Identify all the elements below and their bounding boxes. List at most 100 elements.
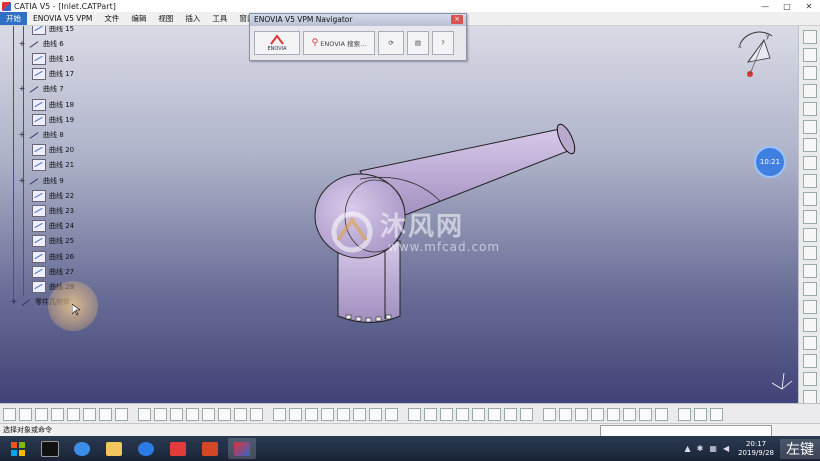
taskbar-cmd[interactable] xyxy=(36,438,64,459)
right-toolbar-tool-icon[interactable] xyxy=(803,120,817,134)
tree-node[interactable]: 曲线 20 xyxy=(30,144,74,157)
expand-icon[interactable]: + xyxy=(18,85,26,93)
bottom-toolbar-tool-icon[interactable] xyxy=(19,407,32,421)
minimize-button[interactable]: — xyxy=(754,0,776,12)
right-toolbar-tool-icon[interactable] xyxy=(803,264,817,278)
bottom-toolbar-tool-icon[interactable] xyxy=(234,407,247,421)
right-toolbar-tool-icon[interactable] xyxy=(803,336,817,350)
tree-node[interactable]: + 曲线 8 xyxy=(18,128,64,141)
bottom-toolbar-tool-icon[interactable] xyxy=(655,407,668,421)
right-toolbar-tool-icon[interactable] xyxy=(803,282,817,296)
bottom-toolbar-tool-icon[interactable] xyxy=(504,407,517,421)
bottom-toolbar-tool-icon[interactable] xyxy=(678,407,691,421)
compass-icon[interactable]: x y xyxy=(734,28,776,80)
bottom-toolbar-tool-icon[interactable] xyxy=(202,407,215,421)
right-toolbar-tool-icon[interactable] xyxy=(803,48,817,62)
bottom-toolbar-tool-icon[interactable] xyxy=(488,407,501,421)
menu-file[interactable]: 文件 xyxy=(98,12,125,25)
bottom-toolbar-tool-icon[interactable] xyxy=(639,407,652,421)
right-toolbar-tool-icon[interactable] xyxy=(803,66,817,80)
bottom-toolbar-tool-icon[interactable] xyxy=(559,407,572,421)
tree-node[interactable]: + 曲线 9 xyxy=(18,174,64,187)
menu-start[interactable]: 开始 xyxy=(0,12,27,25)
enovia-search-button[interactable]: ⚲ ENOVIA 搜索... xyxy=(303,31,375,55)
tree-node[interactable]: 曲线 15 xyxy=(30,26,74,35)
right-toolbar-tool-icon[interactable] xyxy=(803,354,817,368)
bottom-toolbar-tool-icon[interactable] xyxy=(51,407,64,421)
tree-node[interactable]: 曲线 17 xyxy=(30,68,74,81)
right-toolbar-tool-icon[interactable] xyxy=(803,372,817,386)
menu-insert[interactable]: 插入 xyxy=(179,12,206,25)
bottom-toolbar-tool-icon[interactable] xyxy=(154,407,167,421)
right-toolbar-tool-icon[interactable] xyxy=(803,30,817,44)
tray-clock[interactable]: 20:17 2019/9/28 xyxy=(738,440,774,458)
bottom-toolbar-tool-icon[interactable] xyxy=(273,407,286,421)
input-method-indicator[interactable]: 左键 xyxy=(780,438,820,459)
taskbar-explorer[interactable] xyxy=(100,438,128,459)
enovia-logo-button[interactable]: ENOVIA xyxy=(254,31,300,55)
navigator-open-button[interactable]: ▤ xyxy=(407,31,429,55)
right-toolbar-tool-icon[interactable] xyxy=(803,156,817,170)
menu-edit[interactable]: 编辑 xyxy=(125,12,152,25)
bottom-toolbar-tool-icon[interactable] xyxy=(99,407,112,421)
menu-enovia[interactable]: ENOVIA V5 VPM xyxy=(27,12,98,25)
expand-icon[interactable]: + xyxy=(18,130,26,139)
right-toolbar-tool-icon[interactable] xyxy=(803,246,817,260)
network-icon[interactable]: ▦ xyxy=(709,444,717,453)
tree-node[interactable]: 曲线 16 xyxy=(30,52,74,65)
bottom-toolbar-tool-icon[interactable] xyxy=(472,407,485,421)
expand-icon[interactable]: + xyxy=(10,298,18,306)
bottom-toolbar-tool-icon[interactable] xyxy=(115,407,128,421)
bottom-toolbar-tool-icon[interactable] xyxy=(337,407,350,421)
right-toolbar-tool-icon[interactable] xyxy=(803,228,817,242)
volume-icon[interactable]: ◀ xyxy=(723,444,729,453)
right-toolbar-tool-icon[interactable] xyxy=(803,102,817,116)
navigator-close-button[interactable]: × xyxy=(451,15,463,24)
3d-viewport[interactable]: 曲线 15 + 曲线 6 曲线 16 曲线 17 + 曲线 7 曲线 18 曲线 19 + 曲线 8… xyxy=(0,26,798,403)
tree-node[interactable]: 曲线 19 xyxy=(30,113,74,126)
tree-node[interactable]: 曲线 27 xyxy=(30,265,74,278)
tree-node[interactable]: + 曲线 6 xyxy=(18,37,64,50)
bottom-toolbar-tool-icon[interactable] xyxy=(353,407,366,421)
bottom-toolbar-tool-icon[interactable] xyxy=(35,407,48,421)
bottom-toolbar-tool-icon[interactable] xyxy=(623,407,636,421)
right-toolbar-tool-icon[interactable] xyxy=(803,318,817,332)
bottom-toolbar-tool-icon[interactable] xyxy=(250,407,263,421)
menu-view[interactable]: 视图 xyxy=(152,12,179,25)
navigator-help-button[interactable]: ? xyxy=(432,31,454,55)
tree-node[interactable]: 曲线 24 xyxy=(30,220,74,233)
bottom-toolbar-tool-icon[interactable] xyxy=(424,407,437,421)
taskbar-ie[interactable] xyxy=(132,438,160,459)
bottom-toolbar-tool-icon[interactable] xyxy=(186,407,199,421)
bottom-toolbar-tool-icon[interactable] xyxy=(543,407,556,421)
bottom-toolbar-tool-icon[interactable] xyxy=(138,407,151,421)
bottom-toolbar-tool-icon[interactable] xyxy=(456,407,469,421)
bottom-toolbar-tool-icon[interactable] xyxy=(385,407,398,421)
right-toolbar-tool-icon[interactable] xyxy=(803,138,817,152)
taskbar-browser[interactable] xyxy=(68,438,96,459)
tree-node[interactable]: 曲线 26 xyxy=(30,250,74,263)
bottom-toolbar-tool-icon[interactable] xyxy=(170,407,183,421)
tree-node[interactable]: 曲线 25 xyxy=(30,235,74,248)
tree-node[interactable]: 曲线 21 xyxy=(30,159,74,172)
bottom-toolbar-tool-icon[interactable] xyxy=(575,407,588,421)
bottom-toolbar-tool-icon[interactable] xyxy=(218,407,231,421)
tree-node[interactable]: 曲线 23 xyxy=(30,204,74,217)
bottom-toolbar-tool-icon[interactable] xyxy=(694,407,707,421)
bottom-toolbar-tool-icon[interactable] xyxy=(83,407,96,421)
bottom-toolbar-tool-icon[interactable] xyxy=(710,407,723,421)
right-toolbar-tool-icon[interactable] xyxy=(803,210,817,224)
taskbar-powerpoint[interactable] xyxy=(196,438,224,459)
expand-icon[interactable]: + xyxy=(18,39,26,48)
bluetooth-icon[interactable]: ✱ xyxy=(697,444,704,453)
right-toolbar-tool-icon[interactable] xyxy=(803,390,817,404)
bottom-toolbar-tool-icon[interactable] xyxy=(369,407,382,421)
bottom-toolbar-tool-icon[interactable] xyxy=(3,407,16,421)
bottom-toolbar-tool-icon[interactable] xyxy=(289,407,302,421)
bottom-toolbar-tool-icon[interactable] xyxy=(67,407,80,421)
tree-node[interactable]: + 曲线 7 xyxy=(18,83,64,96)
bottom-toolbar-tool-icon[interactable] xyxy=(408,407,421,421)
right-toolbar-tool-icon[interactable] xyxy=(803,84,817,98)
bottom-toolbar-tool-icon[interactable] xyxy=(607,407,620,421)
menu-tools[interactable]: 工具 xyxy=(206,12,233,25)
